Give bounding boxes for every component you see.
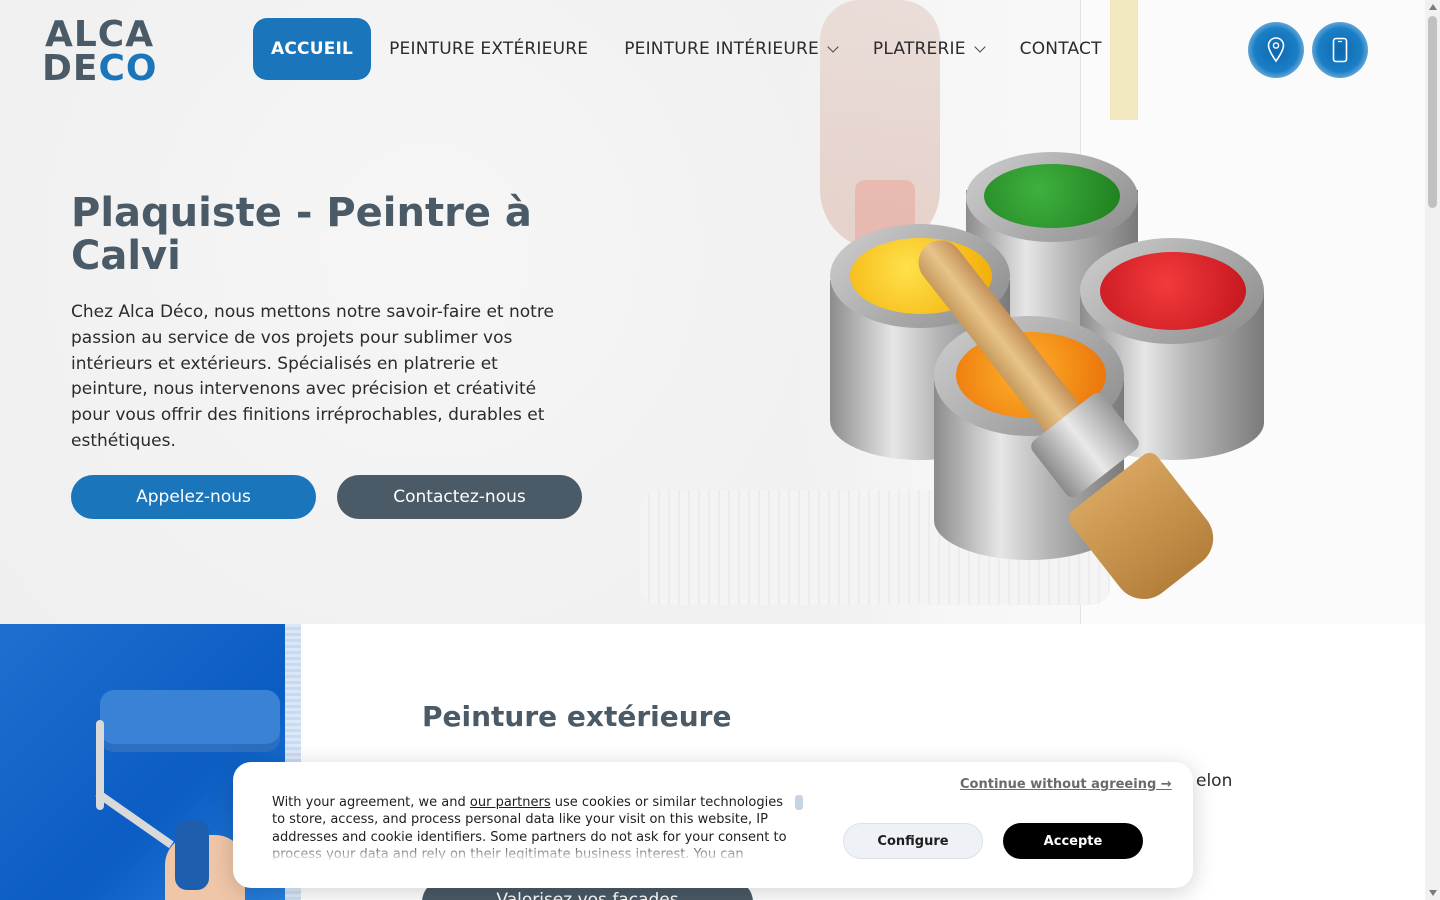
section-title-peinture-exterieure: Peinture extérieure (422, 700, 732, 733)
chevron-down-icon (973, 41, 986, 53)
configure-button[interactable]: Configure (843, 823, 983, 859)
logo-line-2-blue: CO (98, 48, 158, 89)
nav-item-platrerie[interactable]: PLATRERIE (855, 18, 1002, 80)
logo-line-2: DECO (42, 51, 162, 87)
scroll-up-arrow-icon[interactable] (1429, 4, 1437, 10)
scroll-thumb[interactable] (1428, 16, 1437, 208)
cookie-text-before: With your agreement, we and (272, 795, 470, 810)
nav-item-accueil[interactable]: ACCUEIL (253, 18, 372, 80)
accept-button[interactable]: Accepte (1003, 823, 1143, 859)
paint-roller-handle (175, 820, 209, 890)
cookie-text-scrollbar[interactable] (795, 795, 803, 810)
nav-item-platrerie-label: PLATRERIE (872, 39, 966, 59)
map-pin-icon[interactable] (1248, 22, 1304, 78)
logo-line-1: ALCA (45, 14, 155, 55)
nav-item-peinture-interieure-label: PEINTURE INTÉRIEURE (624, 39, 819, 59)
paint-roller-image-part (100, 690, 280, 752)
logo-line-2-dark: DE (42, 48, 99, 89)
section-text-partial: elon (1196, 771, 1233, 791)
call-us-button[interactable]: Appelez-nous (71, 475, 316, 519)
continue-without-agreeing-link[interactable]: Continue without agreeing → (960, 777, 1172, 792)
nav-item-peinture-interieure[interactable]: PEINTURE INTÉRIEURE (606, 18, 855, 80)
scroll-down-arrow-icon[interactable] (1429, 890, 1437, 896)
main-nav: ACCUEIL PEINTURE EXTÉRIEURE PEINTURE INT… (253, 18, 1120, 80)
header-icons (1248, 22, 1368, 78)
phone-icon[interactable] (1312, 22, 1368, 78)
page-scrollbar[interactable] (1425, 0, 1440, 900)
cookie-text-fade (272, 842, 792, 862)
hero-title: Plaquiste - Peintre à Calvi (71, 190, 532, 279)
cookie-consent-banner: With your agreement, we and our partners… (233, 762, 1193, 888)
contact-us-button[interactable]: Contactez-nous (337, 475, 582, 519)
logo[interactable]: ALCA DECO (42, 14, 162, 90)
hero-description: Chez Alca Déco, nous mettons notre savoi… (71, 302, 554, 451)
nav-item-contact[interactable]: CONTACT (1002, 18, 1120, 80)
chevron-down-icon (827, 41, 839, 53)
nav-item-peinture-exterieure[interactable]: PEINTURE EXTÉRIEURE (371, 18, 606, 80)
cookie-partners-link[interactable]: our partners (470, 795, 551, 810)
